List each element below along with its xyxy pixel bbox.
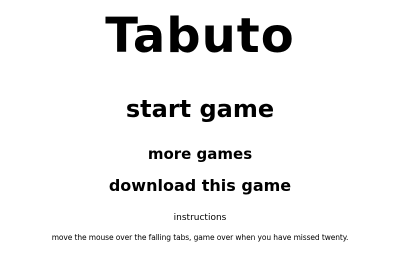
instructions-text: move the mouse over the falling tabs, ga… — [51, 233, 349, 242]
instructions-heading: instructions — [173, 213, 227, 223]
more-games-link[interactable]: more games — [0, 144, 400, 164]
start-game-button[interactable]: start game — [0, 94, 400, 124]
game-title: Tabuto — [105, 8, 295, 64]
download-game-link[interactable]: download this game — [0, 175, 400, 197]
